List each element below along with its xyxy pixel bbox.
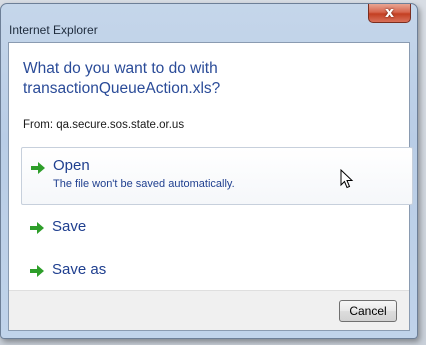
open-description: The file won't be saved automatically. — [53, 178, 235, 190]
green-arrow-icon — [31, 162, 45, 174]
cancel-button[interactable]: Cancel — [339, 300, 397, 322]
title-bar[interactable]: Internet Explorer x — [1, 4, 417, 37]
dialog-footer: Cancel — [9, 290, 409, 330]
close-icon: x — [384, 5, 395, 21]
mouse-cursor-icon — [340, 169, 354, 189]
green-arrow-icon — [30, 265, 44, 277]
open-label: Open — [53, 157, 90, 174]
save-as-label: Save as — [52, 261, 107, 278]
dialog-content: What do you want to do with transactionQ… — [8, 42, 413, 331]
save-option[interactable]: Save — [21, 211, 413, 247]
prompt-line-1: What do you want to do with — [23, 60, 218, 77]
save-label: Save — [52, 218, 87, 235]
window-title: Internet Explorer — [9, 23, 98, 37]
source-domain: From: qa.secure.sos.state.or.us — [23, 119, 185, 131]
green-arrow-icon — [30, 222, 44, 234]
open-option[interactable]: Open The file won't be saved automatical… — [21, 147, 413, 205]
prompt-filename: transactionQueueAction.xls? — [23, 80, 221, 97]
download-dialog: Internet Explorer x What do you want to … — [0, 3, 418, 339]
close-button[interactable]: x — [368, 4, 411, 23]
prompt-heading: What do you want to do with transactionQ… — [23, 59, 220, 99]
save-as-option[interactable]: Save as — [21, 254, 413, 290]
